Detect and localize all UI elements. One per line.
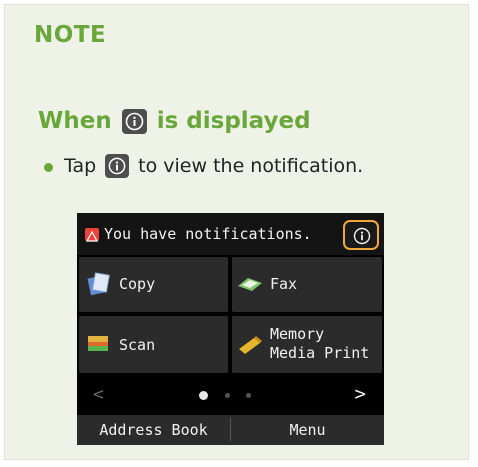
fax-label: Fax [270,275,298,293]
bullet-text-start: Tap [64,155,97,177]
previous-page-button[interactable]: < [93,384,104,405]
status-bar: You have notifications. [77,213,384,255]
memory-media-label-line2: Media Print [270,344,370,362]
notification-button[interactable] [343,220,379,250]
fax-tile[interactable]: Fax [232,257,382,312]
scan-icon [88,336,108,351]
copy-label: Copy [119,275,156,293]
page-indicator [246,393,251,398]
memory-media-label-line1: Memory [270,325,325,343]
scan-label: Scan [119,336,156,354]
warning-icon [85,228,99,242]
bullet-dot [44,163,53,172]
memory-media-label: Memory Media Print [270,325,369,363]
info-icon [105,154,130,178]
subheading-text-start: When [38,108,112,134]
info-icon [353,227,371,245]
page-navigation: < > [77,377,384,411]
note-title: NOTE [34,22,107,48]
bullet-text-end: to view the notification. [138,155,364,177]
fax-icon [238,278,262,291]
memory-media-icon [239,336,262,354]
bullet-text: Tap to view the notification. [64,154,363,178]
memory-media-print-tile[interactable]: Memory Media Print [232,316,382,373]
status-message: You have notifications. [104,225,312,243]
next-page-button[interactable]: > [355,383,366,405]
subheading: When is displayed [38,108,311,134]
menu-button[interactable]: Menu [231,415,384,445]
info-icon [121,108,147,134]
subheading-text-end: is displayed [156,108,311,134]
copy-tile[interactable]: Copy [79,257,228,312]
bottom-bar: Address Book Menu [77,415,384,445]
scan-tile[interactable]: Scan [79,316,228,373]
copy-icon [87,272,110,296]
page-indicator-current [199,391,208,400]
page-indicator [225,393,230,398]
address-book-button[interactable]: Address Book [77,415,230,445]
device-screen: You have notifications. Copy Fax Scan Me… [77,213,384,445]
